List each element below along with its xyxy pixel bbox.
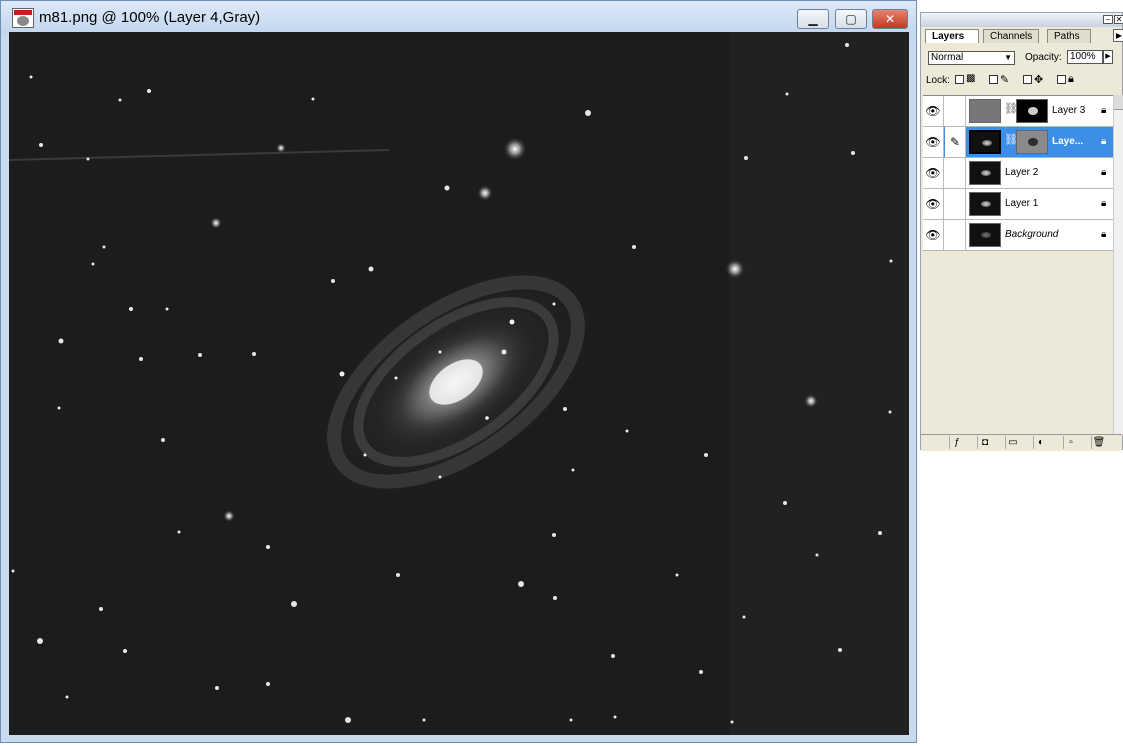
eye-icon[interactable]: 👁︎ xyxy=(923,127,944,157)
eye-icon[interactable]: 👁︎ xyxy=(923,220,944,250)
opacity-slider-button[interactable]: ▶ xyxy=(1103,50,1113,64)
layer-row-background[interactable]: 👁︎ Background 🔒︎ xyxy=(923,220,1113,251)
new-layer-icon[interactable]: ▫ xyxy=(1063,436,1078,449)
layer-mask-thumbnail[interactable] xyxy=(1016,99,1048,123)
adjustment-layer-icon[interactable]: ◐ xyxy=(1033,436,1048,449)
photoshop-file-icon xyxy=(12,8,34,28)
chevron-down-icon: ▼ xyxy=(1004,53,1012,62)
lock-all-checkbox[interactable] xyxy=(1057,75,1066,84)
palette-close-button[interactable]: ✕ xyxy=(1114,15,1123,24)
layer-name: Background xyxy=(1005,229,1059,240)
layer-thumbnail xyxy=(969,130,1001,154)
layer-list-scrollbar[interactable] xyxy=(1113,95,1123,435)
lock-icon: 🔒︎ xyxy=(1101,105,1107,116)
lock-icon: 🔒︎ xyxy=(1101,198,1107,209)
layer-row-layer-1[interactable]: 👁︎ Layer 1 🔒︎ xyxy=(923,189,1113,220)
lock-position-checkbox[interactable] xyxy=(1023,75,1032,84)
palette-titlebar[interactable]: – ✕ xyxy=(921,13,1123,27)
layer-name: Layer 2 xyxy=(1005,167,1039,178)
close-button[interactable]: ✕ xyxy=(872,9,908,29)
galaxy-image xyxy=(9,32,909,735)
tab-layers[interactable]: Layers xyxy=(925,29,979,43)
minimize-button[interactable]: ▁ xyxy=(797,9,829,29)
layer-thumbnail xyxy=(969,223,1001,247)
layer-row-layer-3[interactable]: 👁︎ ⛓︎ Layer 3 🔒︎ xyxy=(923,96,1113,127)
tab-paths[interactable]: Paths xyxy=(1047,29,1091,43)
trash-icon[interactable]: 🗑︎ xyxy=(1091,436,1106,449)
tab-channels[interactable]: Channels xyxy=(983,29,1039,43)
checker-icon: ▩ xyxy=(966,73,976,84)
mask-icon[interactable]: ◘ xyxy=(977,436,992,449)
opacity-label: Opacity: xyxy=(1025,52,1062,63)
layer-row-layer-2[interactable]: 👁︎ Layer 2 🔒︎ xyxy=(923,158,1113,189)
maximize-icon: ▢ xyxy=(845,12,857,26)
minimize-icon: ▁ xyxy=(808,12,818,26)
lock-label: Lock: xyxy=(926,75,950,86)
lock-row: Lock: ▩ ✎ ✥ 🔒︎ xyxy=(925,73,1122,88)
layer-name: Laye... xyxy=(1052,136,1084,147)
palette-minimize-button[interactable]: – xyxy=(1103,15,1113,24)
link-cell[interactable] xyxy=(945,96,966,126)
maximize-button[interactable]: ▢ xyxy=(835,9,867,29)
document-title: m81.png @ 100% (Layer 4,Gray) xyxy=(39,9,261,26)
image-canvas[interactable] xyxy=(9,32,909,735)
lock-icon: 🔒︎ xyxy=(1101,136,1107,147)
layer-thumbnail xyxy=(969,161,1001,185)
triangle-right-icon: ▶ xyxy=(1115,31,1123,40)
folder-icon[interactable]: ▭ xyxy=(1005,436,1020,449)
link-cell[interactable] xyxy=(945,189,966,219)
lock-icon: 🔒︎ xyxy=(1068,73,1074,85)
lock-icon: 🔒︎ xyxy=(1101,167,1107,178)
layer-list: 👁︎ ⛓︎ Layer 3 🔒︎ 👁︎ ✎ ⛓︎ Laye... 🔒︎ 👁︎ L… xyxy=(923,95,1113,251)
link-cell[interactable] xyxy=(945,220,966,250)
brush-icon: ✎ xyxy=(1000,74,1010,86)
lock-transparency-checkbox[interactable] xyxy=(955,75,964,84)
layers-palette: – ✕ Layers Channels Paths ▶ Normal ▼ Opa… xyxy=(920,12,1123,451)
layer-thumbnail xyxy=(969,192,1001,216)
layer-mask-thumbnail[interactable] xyxy=(1016,130,1048,154)
layer-name: Layer 1 xyxy=(1005,198,1039,209)
eye-icon[interactable]: 👁︎ xyxy=(923,189,944,219)
opacity-input[interactable]: 100% xyxy=(1067,50,1103,64)
link-cell[interactable] xyxy=(945,158,966,188)
layer-thumbnail xyxy=(969,99,1001,123)
brush-icon[interactable]: ✎ xyxy=(945,127,966,157)
eye-icon[interactable]: 👁︎ xyxy=(923,96,944,126)
blend-mode-value: Normal xyxy=(931,52,964,63)
layer-row-layer-4[interactable]: 👁︎ ✎ ⛓︎ Laye... 🔒︎ xyxy=(923,127,1113,158)
move-icon: ✥ xyxy=(1034,74,1044,86)
lock-image-checkbox[interactable] xyxy=(989,75,998,84)
layer-style-icon[interactable]: ƒ xyxy=(949,436,964,449)
palette-tabs: Layers Channels Paths xyxy=(925,29,1122,43)
close-icon: ✕ xyxy=(884,12,896,26)
scroll-up-arrow[interactable] xyxy=(1114,95,1123,110)
blend-mode-select[interactable]: Normal ▼ xyxy=(928,51,1015,65)
layer-name: Layer 3 xyxy=(1052,105,1086,116)
eye-icon[interactable]: 👁︎ xyxy=(923,158,944,188)
triangle-right-icon: ▶ xyxy=(1105,53,1111,60)
document-window: m81.png @ 100% (Layer 4,Gray) ▁ ▢ ✕ xyxy=(0,0,917,743)
document-titlebar[interactable]: m81.png @ 100% (Layer 4,Gray) ▁ ▢ ✕ xyxy=(1,1,916,34)
lock-icon: 🔒︎ xyxy=(1101,229,1107,240)
palette-menu-button[interactable]: ▶ xyxy=(1113,29,1123,42)
palette-bottom-bar: ƒ ◘ ▭ ◐ ▫ 🗑︎ xyxy=(921,434,1122,451)
